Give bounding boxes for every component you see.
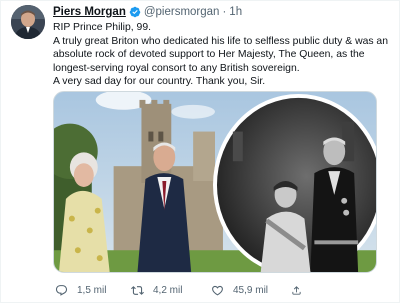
verified-badge-icon (129, 6, 141, 18)
like-button[interactable]: 45,9 mil (211, 284, 291, 297)
share-icon (292, 285, 301, 295)
reply-count: 1,5 mil (77, 284, 107, 296)
tweet-photo[interactable] (53, 91, 377, 273)
retweet-button[interactable]: 4,2 mil (131, 284, 211, 297)
tweet-header: Piers Morgan @piersmorgan · 1h (53, 4, 393, 20)
avatar-image (11, 5, 45, 39)
photo-collage (54, 92, 376, 272)
tweet-text-line: absolute rock of devoted support to Her … (53, 49, 365, 61)
timestamp[interactable]: 1h (229, 6, 242, 18)
author-name[interactable]: Piers Morgan (53, 6, 126, 18)
author-handle[interactable]: @piersmorgan (144, 6, 220, 18)
tweet-card[interactable]: Piers Morgan @piersmorgan · 1h RIP Princ… (0, 0, 400, 303)
retweet-count: 4,2 mil (153, 284, 183, 296)
tweet-text-line: longest-serving royal consort to any Bri… (53, 62, 300, 74)
retweet-icon (131, 285, 144, 295)
tweet-text-line: A very sad day for our country. Thank yo… (53, 76, 266, 88)
reply-icon (55, 284, 68, 296)
reply-button[interactable]: 1,5 mil (55, 284, 131, 297)
like-count: 45,9 mil (233, 284, 269, 296)
tweet-actions: 1,5 mil 4,2 mil 45,9 mil (53, 282, 353, 298)
tweet-text-line: RIP Prince Philip, 99. (53, 22, 151, 33)
tweet-text-line: A truly great Briton who dedicated his l… (53, 35, 388, 47)
tweet-text: RIP Prince Philip, 99. A truly great Bri… (53, 21, 393, 89)
separator-dot: · (222, 6, 227, 18)
avatar[interactable] (11, 5, 45, 39)
heart-icon (212, 285, 223, 295)
share-button[interactable] (291, 284, 311, 297)
